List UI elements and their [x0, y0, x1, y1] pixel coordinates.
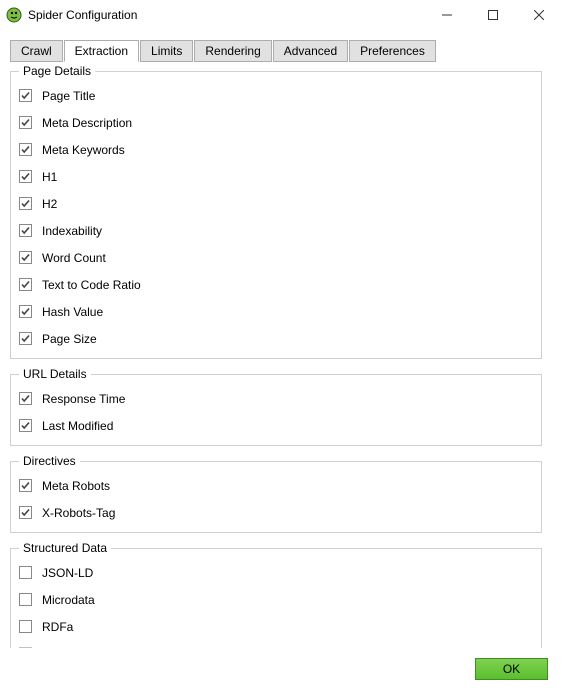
scroll-area: Page Details Page Title Meta Description Me…	[10, 64, 542, 648]
minimize-button[interactable]	[424, 0, 470, 30]
option-page-title[interactable]: Page Title	[19, 82, 533, 109]
option-schema.org-validation: Schema.org Validation	[19, 640, 533, 648]
checkbox[interactable]	[19, 593, 32, 606]
checkbox-label: X-Robots-Tag	[42, 506, 115, 520]
checkbox[interactable]	[19, 251, 32, 264]
tab-bar: Crawl Extraction Limits Rendering Advanced Pr…	[10, 40, 542, 62]
maximize-button[interactable]	[470, 0, 516, 30]
checkbox-label: Word Count	[42, 251, 106, 265]
checkbox-label: Response Time	[42, 392, 125, 406]
checkbox-label: Page Size	[42, 332, 97, 346]
checkbox-label: H2	[42, 197, 57, 211]
checkbox[interactable]	[19, 566, 32, 579]
checkbox-label: RDFa	[42, 620, 73, 634]
option-meta-robots[interactable]: Meta Robots	[19, 472, 533, 499]
checkbox[interactable]	[19, 305, 32, 318]
tab-rendering[interactable]: Rendering	[194, 40, 271, 62]
groups-container: Page Details Page Title Meta Description Me…	[10, 64, 542, 648]
checkbox-label: Page Title	[42, 89, 95, 103]
tab-extraction[interactable]: Extraction	[64, 40, 139, 62]
group-title: Structured Data	[19, 541, 111, 555]
option-meta-description[interactable]: Meta Description	[19, 109, 533, 136]
checkbox-label: Hash Value	[42, 305, 103, 319]
checkbox[interactable]	[19, 89, 32, 102]
checkbox	[19, 647, 32, 648]
checkbox-label: Microdata	[42, 593, 95, 607]
checkbox-label: JSON-LD	[42, 566, 93, 580]
checkbox-label: Schema.org Validation	[42, 647, 162, 649]
option-last-modified[interactable]: Last Modified	[19, 412, 533, 439]
group-directives: Directives Meta Robots X-Robots-Tag	[10, 454, 542, 533]
option-indexability[interactable]: Indexability	[19, 217, 533, 244]
tab-label: Preferences	[360, 44, 425, 58]
option-microdata[interactable]: Microdata	[19, 586, 533, 613]
group-title: Page Details	[19, 64, 95, 78]
tab-preferences[interactable]: Preferences	[349, 40, 436, 62]
checkbox-label: Meta Keywords	[42, 143, 125, 157]
checkbox[interactable]	[19, 419, 32, 432]
ok-button[interactable]: OK	[475, 658, 548, 680]
checkbox[interactable]	[19, 506, 32, 519]
option-page-size[interactable]: Page Size	[19, 325, 533, 352]
tab-label: Rendering	[205, 44, 260, 58]
option-meta-keywords[interactable]: Meta Keywords	[19, 136, 533, 163]
checkbox[interactable]	[19, 620, 32, 633]
tab-label: Advanced	[284, 44, 337, 58]
option-hash-value[interactable]: Hash Value	[19, 298, 533, 325]
checkbox[interactable]	[19, 170, 32, 183]
titlebar: Spider Configuration	[0, 0, 562, 30]
option-text-to-code-ratio[interactable]: Text to Code Ratio	[19, 271, 533, 298]
checkbox[interactable]	[19, 116, 32, 129]
tab-limits[interactable]: Limits	[140, 40, 193, 62]
option-word-count[interactable]: Word Count	[19, 244, 533, 271]
checkbox[interactable]	[19, 392, 32, 405]
content-area: Crawl Extraction Limits Rendering Advanced Pr…	[0, 30, 562, 648]
group-url-details: URL Details Response Time Last Modified	[10, 367, 542, 446]
group-page-details: Page Details Page Title Meta Description Me…	[10, 64, 542, 359]
tab-crawl[interactable]: Crawl	[10, 40, 63, 62]
option-rdfa[interactable]: RDFa	[19, 613, 533, 640]
option-h1[interactable]: H1	[19, 163, 533, 190]
checkbox[interactable]	[19, 278, 32, 291]
checkbox-label: Text to Code Ratio	[42, 278, 141, 292]
tab-label: Limits	[151, 44, 182, 58]
window-title: Spider Configuration	[28, 8, 137, 22]
window-controls	[424, 0, 562, 30]
group-title: URL Details	[19, 367, 91, 381]
option-h2[interactable]: H2	[19, 190, 533, 217]
checkbox[interactable]	[19, 479, 32, 492]
checkbox[interactable]	[19, 224, 32, 237]
group-structured-data: Structured Data JSON-LD Microdata RDFa Schem…	[10, 541, 542, 648]
close-button[interactable]	[516, 0, 562, 30]
footer: OK	[0, 648, 562, 690]
checkbox[interactable]	[19, 332, 32, 345]
tab-label: Extraction	[75, 44, 128, 58]
group-title: Directives	[19, 454, 80, 468]
app-icon	[6, 7, 22, 23]
option-response-time[interactable]: Response Time	[19, 385, 533, 412]
checkbox-label: Indexability	[42, 224, 102, 238]
checkbox-label: H1	[42, 170, 57, 184]
tab-label: Crawl	[21, 44, 52, 58]
option-json-ld[interactable]: JSON-LD	[19, 559, 533, 586]
option-x-robots-tag[interactable]: X-Robots-Tag	[19, 499, 533, 526]
checkbox-label: Meta Description	[42, 116, 132, 130]
checkbox-label: Meta Robots	[42, 479, 110, 493]
checkbox[interactable]	[19, 197, 32, 210]
tab-advanced[interactable]: Advanced	[273, 40, 348, 62]
checkbox[interactable]	[19, 143, 32, 156]
checkbox-label: Last Modified	[42, 419, 113, 433]
